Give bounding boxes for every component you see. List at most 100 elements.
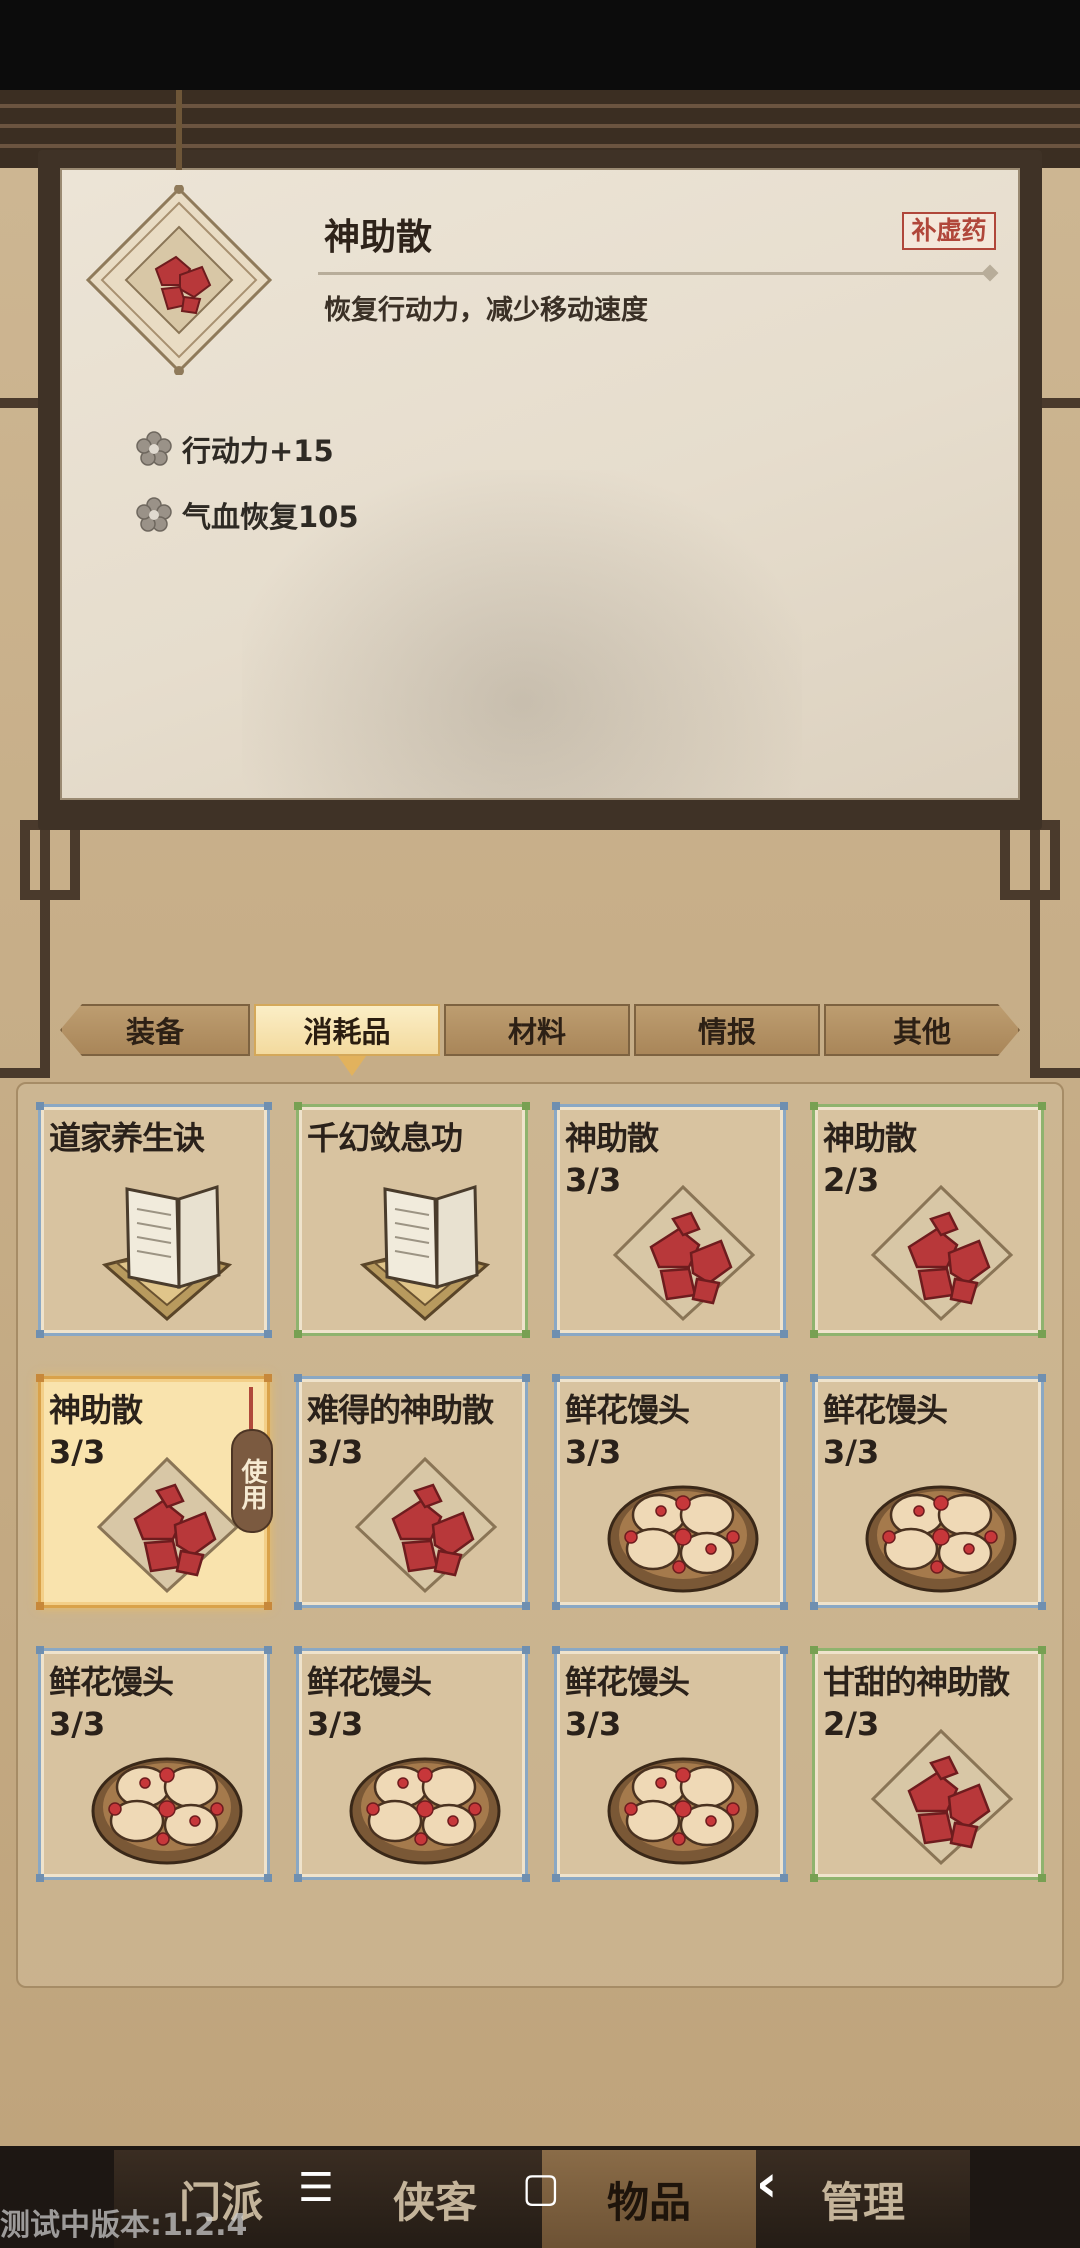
inventory-slot[interactable]: 千幻敛息功 <box>294 1102 530 1338</box>
status-bar <box>0 0 1080 90</box>
slot-item-count: 3/3 <box>49 1433 106 1471</box>
inventory-slot[interactable]: 鲜花馒头 3/3 <box>294 1646 530 1882</box>
slot-corner <box>552 1102 560 1110</box>
red-powder-icon <box>861 1713 1021 1873</box>
inventory-slot[interactable]: 鲜花馒头 3/3 <box>552 1374 788 1610</box>
use-button[interactable]: 使用 <box>231 1429 273 1533</box>
red-powder-icon <box>345 1441 505 1601</box>
slot-item-name: 神助散 <box>49 1391 143 1429</box>
steamed-bun-icon <box>603 1441 763 1601</box>
steamed-bun-icon <box>861 1441 1021 1601</box>
window-lattice-right-lower <box>1000 820 1060 900</box>
nav-heroes[interactable]: 侠客 <box>328 2150 542 2248</box>
inventory-slot[interactable]: 神助散 3/3 <box>552 1102 788 1338</box>
inventory-slot[interactable]: 鲜花馒头 3/3 <box>810 1374 1046 1610</box>
book-icon <box>345 1169 505 1329</box>
tab-equipment[interactable]: 装备 <box>60 1004 250 1056</box>
effect-text: 行动力+15 <box>182 434 334 468</box>
nav-items[interactable]: 物品 <box>542 2150 756 2248</box>
slot-corner <box>294 1330 302 1338</box>
steamed-bun-icon <box>345 1713 505 1873</box>
slot-corner <box>810 1602 818 1610</box>
slot-corner <box>36 1646 44 1654</box>
inventory-slot[interactable]: 鲜花馒头 3/3 <box>36 1646 272 1882</box>
slot-item-name: 鲜花馒头 <box>307 1663 432 1701</box>
inventory-slot[interactable]: 神助散 3/3 使用 <box>36 1374 273 1610</box>
slot-item-name: 道家养生诀 <box>49 1119 205 1157</box>
red-powder-icon <box>87 1441 247 1601</box>
slot-corner <box>264 1874 272 1882</box>
tab-materials[interactable]: 材料 <box>444 1004 630 1056</box>
slot-item-name: 鲜花馒头 <box>49 1663 174 1701</box>
slot-corner <box>36 1602 44 1610</box>
menu-icon[interactable]: ☰ <box>298 2165 334 2211</box>
slot-corner <box>810 1646 818 1654</box>
slot-corner <box>552 1374 560 1382</box>
window-lattice-left-lower <box>20 820 80 900</box>
slot-corner <box>294 1646 302 1654</box>
slot-item-name: 千幻敛息功 <box>307 1119 463 1157</box>
slot-corner <box>780 1602 788 1610</box>
slot-corner <box>522 1602 530 1610</box>
slot-item-name: 神助散 <box>565 1119 659 1157</box>
tab-intel[interactable]: 情报 <box>634 1004 820 1056</box>
steamed-bun-icon <box>87 1713 247 1873</box>
slot-item-count: 3/3 <box>307 1705 364 1743</box>
slot-corner <box>294 1874 302 1882</box>
slot-corner <box>264 1102 272 1110</box>
slot-item-count: 3/3 <box>565 1161 622 1199</box>
slot-corner <box>1038 1330 1046 1338</box>
category-tabs: 装备 消耗品 材料 情报 其他 <box>60 1004 1020 1058</box>
slot-item-count: 3/3 <box>823 1433 880 1471</box>
slot-corner <box>522 1330 530 1338</box>
item-description: 恢复行动力，减少移动速度 <box>324 295 648 326</box>
slot-corner <box>1038 1374 1046 1382</box>
slot-corner <box>810 1874 818 1882</box>
inventory-slot[interactable]: 难得的神助散 3/3 <box>294 1374 530 1610</box>
effect-row: 气血恢复105 <box>136 494 359 536</box>
inventory-slot[interactable]: 神助散 2/3 <box>810 1102 1046 1338</box>
inventory-slot[interactable]: 鲜花馒头 3/3 <box>552 1646 788 1882</box>
slot-corner <box>36 1374 44 1382</box>
slot-corner <box>810 1102 818 1110</box>
nav-manage[interactable]: 管理 <box>756 2150 970 2248</box>
slot-corner <box>264 1330 272 1338</box>
slot-corner <box>264 1602 272 1610</box>
tab-other[interactable]: 其他 <box>824 1004 1020 1056</box>
slot-corner <box>552 1874 560 1882</box>
slot-corner <box>780 1374 788 1382</box>
slot-corner <box>264 1374 272 1382</box>
hanging-rope <box>176 90 182 170</box>
flower-bullet-icon <box>136 431 172 466</box>
inventory-slot[interactable]: 甘甜的神助散 2/3 <box>810 1646 1046 1882</box>
slot-corner <box>36 1102 44 1110</box>
slot-item-name: 难得的神助散 <box>307 1391 494 1429</box>
slot-item-name: 鲜花馒头 <box>565 1391 690 1429</box>
effect-row: 行动力+15 <box>136 428 334 470</box>
slot-corner <box>810 1330 818 1338</box>
book-icon <box>87 1169 247 1329</box>
slot-corner <box>1038 1874 1046 1882</box>
slot-corner <box>780 1330 788 1338</box>
back-icon[interactable]: ‹ <box>756 2154 777 2214</box>
slot-corner <box>810 1374 818 1382</box>
slot-item-count: 2/3 <box>823 1161 880 1199</box>
slot-corner <box>780 1102 788 1110</box>
slot-corner <box>1038 1646 1046 1654</box>
slot-corner <box>522 1374 530 1382</box>
slot-corner <box>294 1374 302 1382</box>
slot-corner <box>780 1646 788 1654</box>
flower-bullet-icon <box>136 497 172 532</box>
inventory-slot[interactable]: 道家养生诀 <box>36 1102 272 1338</box>
tab-consumables[interactable]: 消耗品 <box>254 1004 440 1056</box>
slot-item-count: 3/3 <box>49 1705 106 1743</box>
slot-corner <box>522 1874 530 1882</box>
slot-corner <box>294 1602 302 1610</box>
slot-corner <box>552 1602 560 1610</box>
slot-item-count: 3/3 <box>307 1433 364 1471</box>
item-name: 神助散 <box>324 217 433 258</box>
use-tag-string <box>249 1387 253 1431</box>
slot-corner <box>552 1646 560 1654</box>
home-icon[interactable]: ▢ <box>522 2165 560 2211</box>
effect-text: 气血恢复105 <box>182 500 359 534</box>
